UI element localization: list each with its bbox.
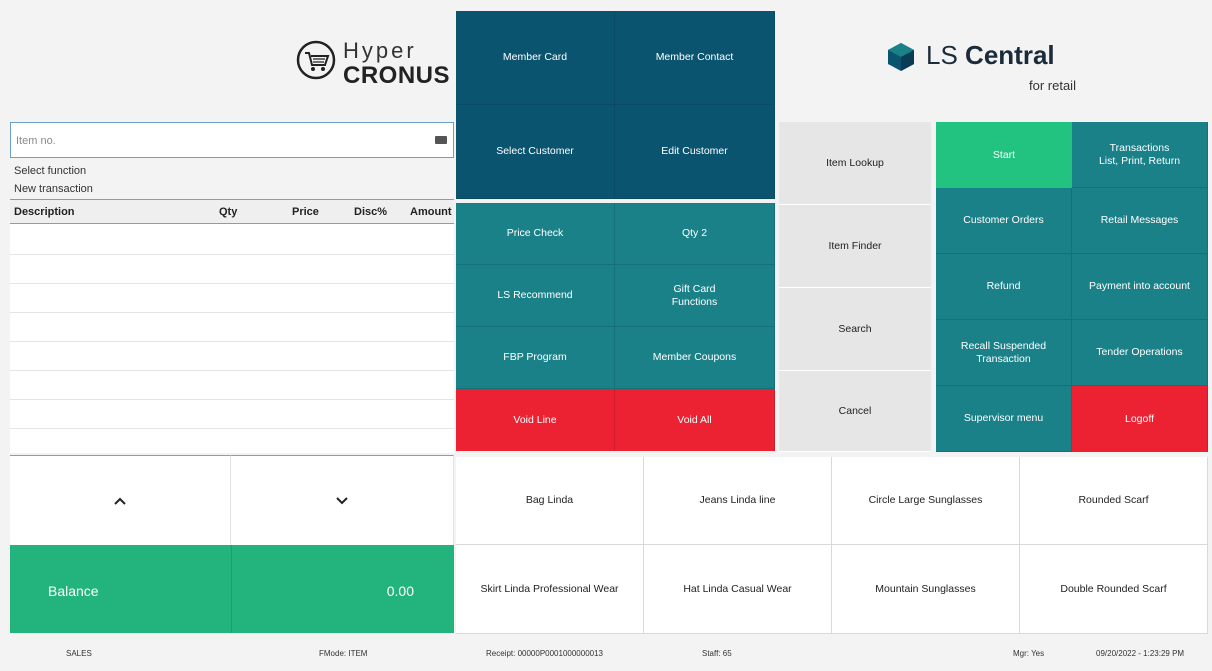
keyboard-icon[interactable] <box>435 136 447 144</box>
balance-label-panel: Balance <box>10 545 231 633</box>
price-check-button[interactable]: Price Check <box>456 203 615 265</box>
transactions-button[interactable]: Transactions List, Print, Return <box>1072 122 1208 188</box>
member-contact-button[interactable]: Member Contact <box>615 11 775 105</box>
refund-button[interactable]: Refund <box>936 254 1072 320</box>
status-receipt: Receipt: 00000P0001000000013 <box>486 649 603 658</box>
recall-label-line2: Transaction <box>976 352 1031 365</box>
start-button[interactable]: Start <box>936 122 1072 188</box>
logo-cronus-text: CRONUS <box>343 62 451 89</box>
ls-central-subtitle: for retail <box>1029 78 1076 93</box>
table-row[interactable] <box>10 283 454 313</box>
search-button[interactable]: Search <box>779 288 931 371</box>
void-line-button[interactable]: Void Line <box>456 389 615 451</box>
chevron-down-icon <box>336 496 348 504</box>
retail-messages-button[interactable]: Retail Messages <box>1072 188 1208 254</box>
table-row[interactable] <box>10 312 454 342</box>
status-mode: SALES <box>66 649 92 658</box>
supervisor-menu-button[interactable]: Supervisor menu <box>936 386 1072 452</box>
column-price: Price <box>292 206 319 218</box>
ls-recommend-button[interactable]: LS Recommend <box>456 265 615 327</box>
item-lookup-button[interactable]: Item Lookup <box>779 122 931 205</box>
status-datetime: 09/20/2022 - 1:23:29 PM <box>1096 649 1185 658</box>
transactions-label-line2: List, Print, Return <box>1098 154 1181 167</box>
column-amount: Amount <box>410 206 452 218</box>
item-button[interactable]: Jeans Linda line <box>644 457 832 545</box>
item-finder-button[interactable]: Item Finder <box>779 205 931 288</box>
fbp-program-button[interactable]: FBP Program <box>456 327 615 389</box>
ls-central-title: LS Central <box>926 40 1055 71</box>
transaction-table: Description Qty Price Disc% Amount <box>10 199 454 458</box>
status-fmode: FMode: ITEM <box>319 649 368 658</box>
table-row[interactable] <box>10 254 454 284</box>
info-new-transaction: New transaction <box>14 183 93 195</box>
table-row[interactable] <box>10 341 454 371</box>
item-button[interactable]: Circle Large Sunglasses <box>832 457 1020 545</box>
balance-value-panel: 0.00 <box>231 545 454 633</box>
ls-central-logo-icon <box>888 43 914 71</box>
chevron-up-icon <box>114 497 126 505</box>
customer-orders-button[interactable]: Customer Orders <box>936 188 1072 254</box>
gift-card-label-line1: Gift Card <box>673 282 716 295</box>
ls-central-ls: LS <box>926 40 958 70</box>
table-row[interactable] <box>10 225 454 255</box>
item-button[interactable]: Bag Linda <box>456 457 644 545</box>
item-button[interactable]: Rounded Scarf <box>1020 457 1208 545</box>
balance-label: Balance <box>48 583 99 599</box>
shopping-cart-icon <box>296 40 336 80</box>
status-manager: Mgr: Yes <box>1013 649 1045 658</box>
item-number-input[interactable] <box>14 126 418 156</box>
cancel-button[interactable]: Cancel <box>779 371 931 452</box>
ls-central-central: Central <box>965 40 1055 70</box>
item-number-field <box>10 122 454 158</box>
item-button[interactable]: Mountain Sunglasses <box>832 545 1020 634</box>
info-select-function: Select function <box>14 165 87 177</box>
column-qty: Qty <box>219 206 238 218</box>
logoff-button[interactable]: Logoff <box>1072 386 1208 452</box>
item-button[interactable]: Double Rounded Scarf <box>1020 545 1208 634</box>
logo-hyper-text: Hyper <box>343 38 417 63</box>
scroll-down-button[interactable] <box>231 455 454 545</box>
item-button[interactable]: Skirt Linda Professional Wear <box>456 545 644 634</box>
status-staff: Staff: 65 <box>702 649 732 658</box>
edit-customer-button[interactable]: Edit Customer <box>615 105 775 199</box>
scroll-up-button[interactable] <box>10 455 231 545</box>
gift-card-functions-button[interactable]: Gift Card Functions <box>615 265 775 327</box>
column-description: Description <box>14 206 75 218</box>
select-customer-button[interactable]: Select Customer <box>456 105 615 199</box>
recall-label-line1: Recall Suspended <box>960 339 1047 352</box>
payment-into-account-button[interactable]: Payment into account <box>1072 254 1208 320</box>
item-button[interactable]: Hat Linda Casual Wear <box>644 545 832 634</box>
table-row[interactable] <box>10 370 454 400</box>
tender-operations-button[interactable]: Tender Operations <box>1072 320 1208 386</box>
column-disc: Disc% <box>354 206 388 218</box>
table-header: Description Qty Price Disc% Amount <box>10 199 454 224</box>
transactions-label-line1: Transactions <box>1109 141 1170 154</box>
table-row[interactable] <box>10 399 454 429</box>
table-row[interactable] <box>10 428 454 458</box>
qty-2-button[interactable]: Qty 2 <box>615 203 775 265</box>
member-card-button[interactable]: Member Card <box>456 11 615 105</box>
balance-value: 0.00 <box>386 583 414 599</box>
gift-card-label-line2: Functions <box>671 295 718 308</box>
member-coupons-button[interactable]: Member Coupons <box>615 327 775 389</box>
void-all-button[interactable]: Void All <box>615 389 775 451</box>
recall-suspended-transaction-button[interactable]: Recall Suspended Transaction <box>936 320 1072 386</box>
